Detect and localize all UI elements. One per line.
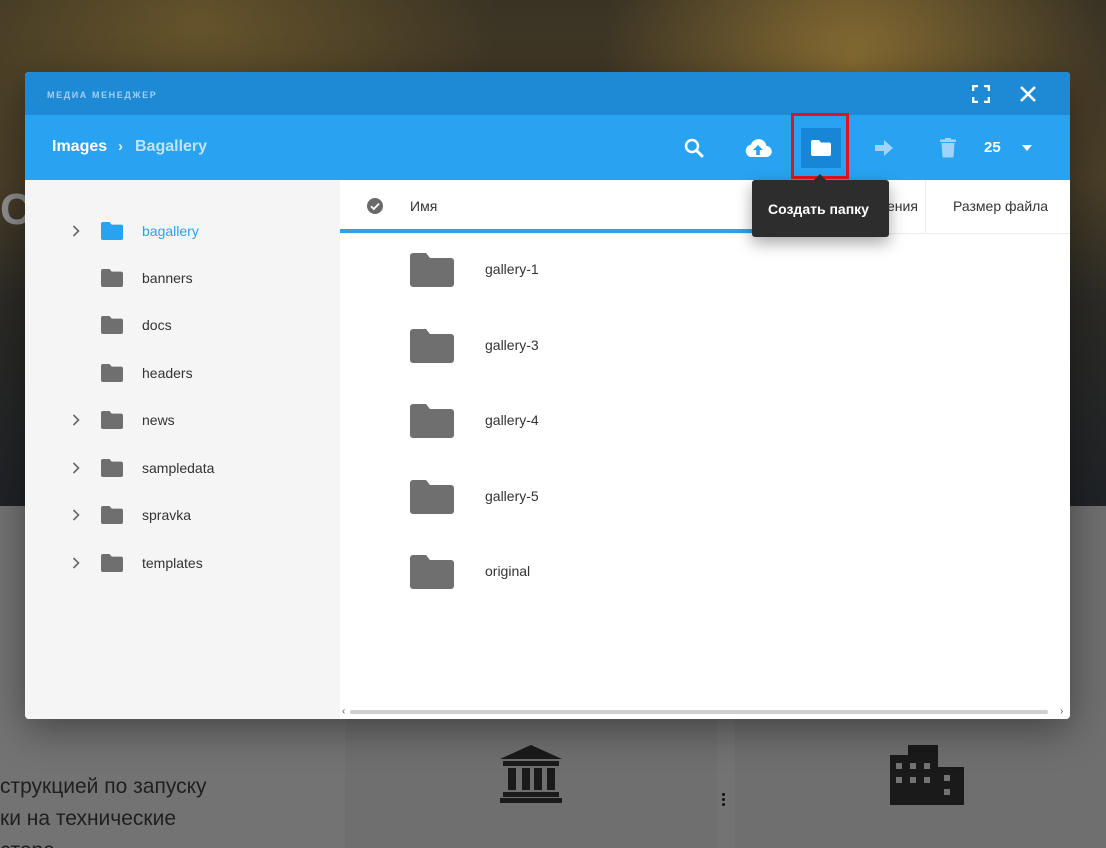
tree-item-spravka[interactable]: spravka (25, 500, 340, 530)
scroll-left-arrow[interactable]: ‹ (342, 706, 345, 717)
folder-icon (101, 316, 123, 334)
folder-icon (410, 555, 454, 589)
upload-button[interactable] (738, 128, 778, 168)
tree-item-label: news (142, 412, 175, 428)
breadcrumb-separator: › (118, 138, 123, 155)
search-button[interactable] (674, 128, 714, 168)
tree-item-docs[interactable]: docs (25, 310, 340, 340)
create-folder-highlight (791, 113, 849, 179)
list-item[interactable]: gallery-5 (340, 467, 1070, 527)
trash-icon (940, 138, 956, 158)
fullscreen-button[interactable] (969, 82, 993, 106)
background-text-line: ки на технические (0, 807, 177, 830)
folder-tree: bagallery banners docs headers news samp… (25, 180, 340, 719)
folder-icon (410, 480, 454, 514)
file-list: Имя ения Размер файла gallery-1 gallery-… (340, 180, 1070, 719)
list-item[interactable]: gallery-1 (340, 240, 1070, 300)
tree-item-label: headers (142, 365, 193, 381)
tree-item-bagallery[interactable]: bagallery (25, 216, 340, 246)
column-header-size[interactable]: Размер файла (953, 198, 1048, 214)
list-item-name: gallery-1 (485, 261, 539, 277)
tree-item-label: spravka (142, 507, 192, 523)
more-vert-icon (722, 793, 726, 808)
list-item[interactable]: gallery-4 (340, 391, 1070, 451)
folder-icon (101, 554, 123, 572)
tree-item-label: sampledata (142, 460, 215, 476)
folder-icon (101, 506, 123, 524)
list-item-name: gallery-4 (485, 412, 539, 428)
list-item-name: gallery-3 (485, 337, 539, 353)
tree-item-news[interactable]: news (25, 405, 340, 435)
list-item-name: gallery-5 (485, 488, 539, 504)
tree-item-templates[interactable]: templates (25, 548, 340, 578)
buildings-icon (890, 745, 964, 805)
upload-cloud-icon (745, 139, 772, 158)
toolbar: Images › Bagallery (25, 115, 1070, 180)
close-icon (1020, 86, 1036, 102)
modal-header: МЕДИА МЕНЕДЖЕР (25, 72, 1070, 115)
folder-icon (101, 269, 123, 287)
chevron-down-icon[interactable] (1022, 145, 1032, 151)
tree-item-label: banners (142, 270, 193, 286)
tree-item-sampledata[interactable]: sampledata (25, 453, 340, 483)
chevron-right-icon[interactable] (72, 508, 80, 522)
delete-button[interactable] (928, 128, 968, 168)
move-arrow-icon (875, 140, 893, 156)
chevron-right-icon[interactable] (72, 224, 80, 238)
search-icon (684, 138, 704, 158)
horizontal-scrollbar[interactable] (350, 710, 1048, 714)
chevron-right-icon[interactable] (72, 556, 80, 570)
column-divider (925, 180, 926, 233)
tooltip-text: Создать папку (768, 201, 869, 217)
list-item-name: original (485, 563, 531, 579)
select-all-checkbox[interactable] (366, 197, 384, 215)
list-item[interactable]: original (340, 542, 1070, 602)
page-size-value[interactable]: 25 (984, 139, 1001, 156)
move-button[interactable] (864, 128, 904, 168)
tree-item-banners[interactable]: banners (25, 263, 340, 293)
chevron-right-icon[interactable] (72, 461, 80, 475)
chevron-right-icon[interactable] (72, 413, 80, 427)
folder-icon (101, 222, 123, 240)
fullscreen-icon (972, 85, 990, 103)
breadcrumb-current[interactable]: Bagallery (135, 138, 207, 156)
tree-item-label: bagallery (142, 223, 199, 239)
list-header: Имя ения Размер файла (340, 180, 1070, 234)
column-header-name[interactable]: Имя (410, 198, 437, 214)
folder-icon (101, 459, 123, 477)
tree-item-label: templates (142, 555, 203, 571)
close-button[interactable] (1016, 82, 1040, 106)
breadcrumb-root[interactable]: Images (52, 138, 107, 156)
background-text-line: струкцией по запуску (0, 775, 207, 798)
create-folder-tooltip: Создать папку (752, 174, 889, 237)
folder-icon (410, 404, 454, 438)
column-header-date[interactable]: ения (887, 198, 918, 214)
tree-item-headers[interactable]: headers (25, 358, 340, 388)
list-item[interactable]: gallery-3 (340, 316, 1070, 376)
folder-icon (101, 364, 123, 382)
background-text-line: стора (0, 835, 55, 848)
folder-icon (410, 329, 454, 363)
sort-indicator (340, 229, 755, 233)
folder-icon (410, 253, 454, 287)
scroll-right-arrow[interactable]: › (1060, 706, 1063, 717)
modal-title: МЕДИА МЕНЕДЖЕР (47, 90, 158, 100)
bank-icon (500, 745, 562, 803)
tree-item-label: docs (142, 317, 172, 333)
folder-icon (101, 411, 123, 429)
media-manager-modal: МЕДИА МЕНЕДЖЕР Images › Bagallery 25 bag… (25, 72, 1070, 719)
